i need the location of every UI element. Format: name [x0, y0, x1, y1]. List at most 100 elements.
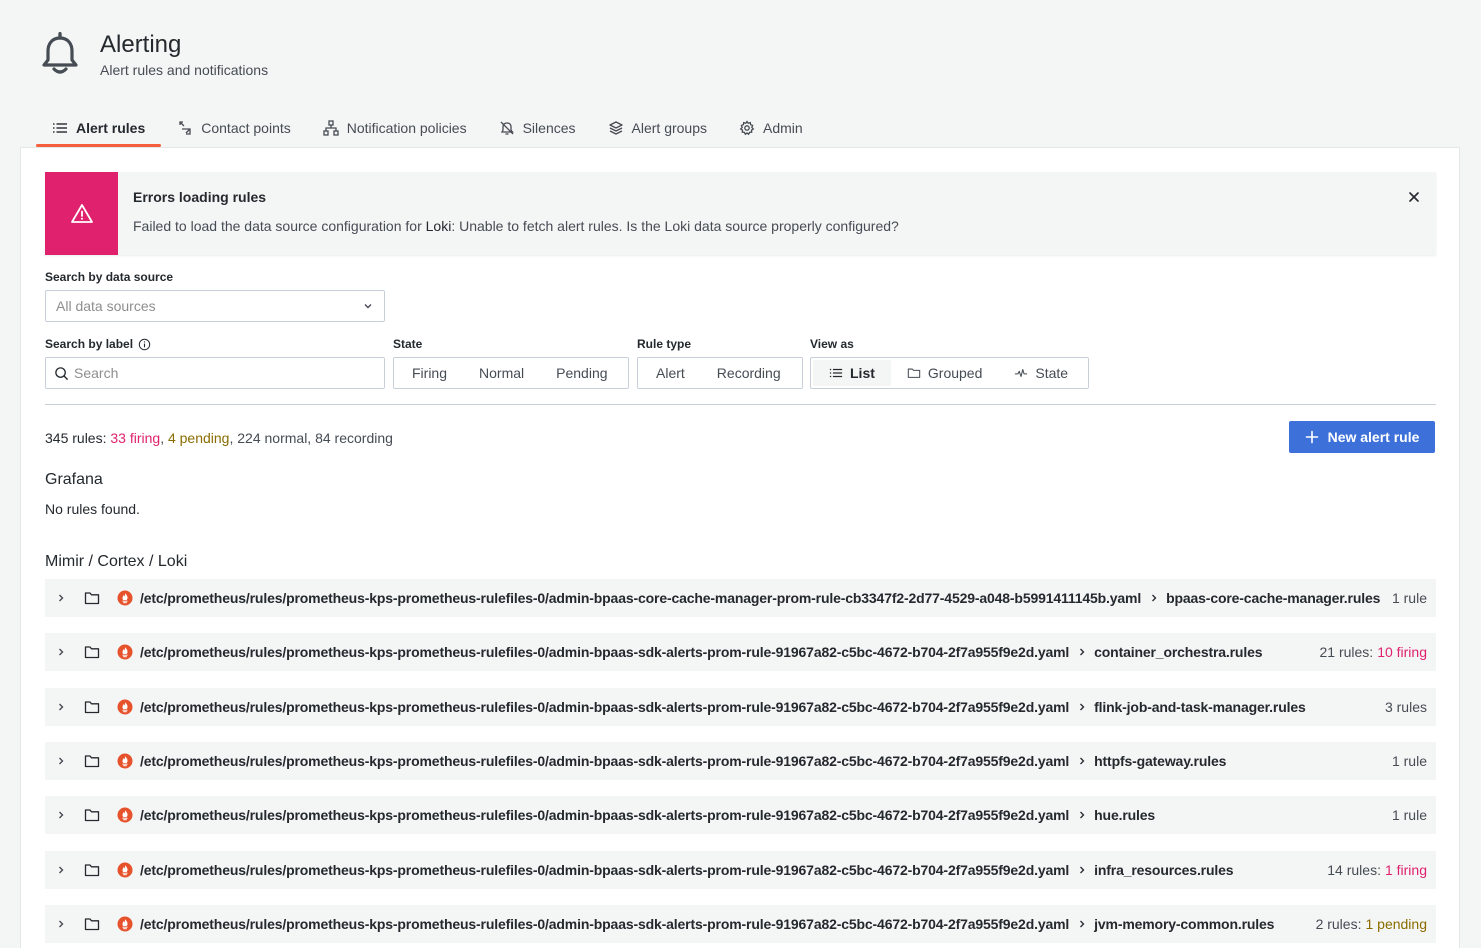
rule-type-option-recording[interactable]: Recording [701, 360, 797, 386]
tab-alert-groups[interactable]: Alert groups [592, 110, 723, 146]
summary-comma: , [160, 430, 165, 446]
rule-type-option-alert[interactable]: Alert [640, 360, 701, 386]
rule-group-name: hue.rules [1094, 807, 1156, 824]
chevron-right-icon[interactable] [55, 701, 67, 713]
view-option-list[interactable]: List [813, 360, 891, 386]
close-icon[interactable] [1406, 189, 1422, 205]
bell-icon [42, 32, 78, 74]
mimir-section-title: Mimir / Cortex / Loki [45, 553, 188, 570]
rule-group-name: httpfs-gateway.rules [1094, 752, 1227, 769]
bell-slash-icon [500, 121, 514, 135]
tab-bar: Alert rules Contact points Notification … [36, 110, 819, 147]
view-as-radio-group: List Grouped State [810, 357, 1089, 389]
tab-label: Admin [763, 120, 803, 136]
datasource-filter-label: Search by data source [45, 270, 173, 284]
error-alert-body: Errors loading rules Failed to load the … [118, 172, 1436, 255]
view-as-label-text: View as [810, 337, 854, 351]
tab-label: Contact points [201, 120, 291, 136]
tab-label: Silences [522, 120, 576, 136]
label-filter-label-text: Search by label [45, 337, 134, 351]
rule-namespace-path: /etc/prometheus/rules/prometheus-kps-pro… [140, 861, 1070, 878]
folder-icon [84, 755, 100, 768]
rule-namespace-path: /etc/prometheus/rules/prometheus-kps-pro… [140, 698, 1070, 715]
rule-group-count: 1 rule [1392, 753, 1427, 769]
view-option-label: Grouped [927, 365, 983, 381]
rule-group-row[interactable]: /etc/prometheus/rules/prometheus-kps-pro… [45, 850, 1436, 889]
view-as-label: View as [810, 337, 854, 351]
state-option-normal[interactable]: Normal [463, 360, 540, 386]
rule-count: 1 rule [1391, 752, 1427, 769]
new-alert-rule-button[interactable]: New alert rule [1289, 421, 1435, 453]
grafana-section-title: Grafana [45, 471, 103, 488]
datasource-filter-label-text: Search by data source [45, 270, 174, 284]
tab-label: Alert rules [76, 120, 146, 136]
rule-state-count: 10 firing [1377, 644, 1427, 661]
view-option-label: State [1035, 365, 1069, 381]
state-radio-group: Firing Normal Pending [393, 357, 629, 389]
chevron-right-icon[interactable] [55, 864, 67, 876]
rule-count: 14 rules: [1327, 861, 1381, 878]
tab-alert-rules[interactable]: Alert rules [36, 110, 162, 147]
view-option-grouped[interactable]: Grouped [891, 360, 998, 386]
datasource-select[interactable]: All data sources [45, 290, 385, 322]
rule-group-row[interactable]: /etc/prometheus/rules/prometheus-kps-pro… [45, 687, 1436, 726]
folder-icon [84, 809, 100, 822]
rule-type-filter-label-text: Rule type [637, 337, 692, 351]
label-search-box [45, 357, 385, 389]
summary-total: 345 rules: [45, 430, 107, 446]
rule-group-row[interactable]: /etc/prometheus/rules/prometheus-kps-pro… [45, 796, 1436, 835]
page-subtitle: Alert rules and notifications [100, 62, 269, 78]
view-option-label: List [850, 365, 875, 381]
rule-group-row[interactable]: /etc/prometheus/rules/prometheus-kps-pro… [45, 579, 1436, 617]
prometheus-icon [117, 862, 133, 877]
new-alert-rule-label: New alert rule [1327, 429, 1420, 445]
layer-group-icon [608, 121, 623, 135]
tab-label: Notification policies [346, 120, 467, 136]
rule-group-row[interactable]: /etc/prometheus/rules/prometheus-kps-pro… [45, 633, 1436, 672]
tab-notification-policies[interactable]: Notification policies [307, 110, 483, 146]
rule-group-name: flink-job-and-task-manager.rules [1094, 698, 1306, 715]
view-option-state[interactable]: State [998, 360, 1084, 386]
rule-namespace-path: /etc/prometheus/rules/prometheus-kps-pro… [140, 590, 1142, 606]
rule-group-row[interactable]: /etc/prometheus/rules/prometheus-kps-pro… [45, 741, 1436, 780]
page-header: Alerting Alert rules and notifications [40, 30, 268, 82]
rule-group-row[interactable]: /etc/prometheus/rules/prometheus-kps-pro… [45, 904, 1436, 943]
error-alert: Errors loading rules Failed to load the … [45, 172, 1436, 255]
state-option-pending[interactable]: Pending [540, 360, 623, 386]
chevron-right-icon[interactable] [55, 592, 67, 604]
state-filter-label: State [393, 337, 422, 351]
rule-group-count: 21 rules: 10 firing [1319, 644, 1427, 660]
search-icon [55, 366, 69, 380]
chevron-right-icon [1080, 866, 1085, 873]
rule-namespace-path: /etc/prometheus/rules/prometheus-kps-pro… [140, 752, 1070, 769]
chevron-right-icon[interactable] [55, 809, 67, 821]
tab-contact-points[interactable]: Contact points [161, 110, 307, 146]
tab-silences[interactable]: Silences [483, 110, 592, 146]
prometheus-icon [117, 590, 133, 606]
rule-count: 1 rule [1391, 590, 1427, 606]
tab-admin[interactable]: Admin [723, 110, 819, 146]
chevron-right-icon [1152, 594, 1157, 602]
chevron-right-icon[interactable] [55, 646, 67, 658]
alert-rules-panel: Errors loading rules Failed to load the … [20, 147, 1460, 948]
rule-group-count: 14 rules: 1 firing [1327, 862, 1427, 878]
rule-namespace-path: /etc/prometheus/rules/prometheus-kps-pro… [140, 644, 1070, 661]
label-filter-label: Search by label [45, 337, 151, 351]
rule-group-name: bpaas-core-cache-manager.rules [1166, 590, 1381, 606]
chevron-right-icon[interactable] [55, 755, 67, 767]
tab-label: Alert groups [631, 120, 707, 136]
chevron-right-icon[interactable] [55, 918, 67, 930]
prometheus-icon [117, 699, 133, 715]
rule-group-count: 3 rules [1385, 699, 1427, 715]
info-circle-icon[interactable] [138, 338, 151, 351]
error-message-prefix: Failed to load the data source configura… [133, 218, 426, 234]
heartbeat-icon [1015, 368, 1028, 378]
rule-group-name: container_orchestra.rules [1094, 644, 1263, 661]
label-search-input[interactable] [74, 365, 354, 381]
warning-triangle-icon [70, 203, 93, 223]
state-option-firing[interactable]: Firing [396, 360, 463, 386]
folder-icon [84, 918, 100, 930]
rules-summary: 345 rules: 33 firing, 4 pending, 224 nor… [45, 430, 393, 446]
filters-divider [45, 404, 1436, 405]
chevron-down-icon [364, 304, 372, 309]
